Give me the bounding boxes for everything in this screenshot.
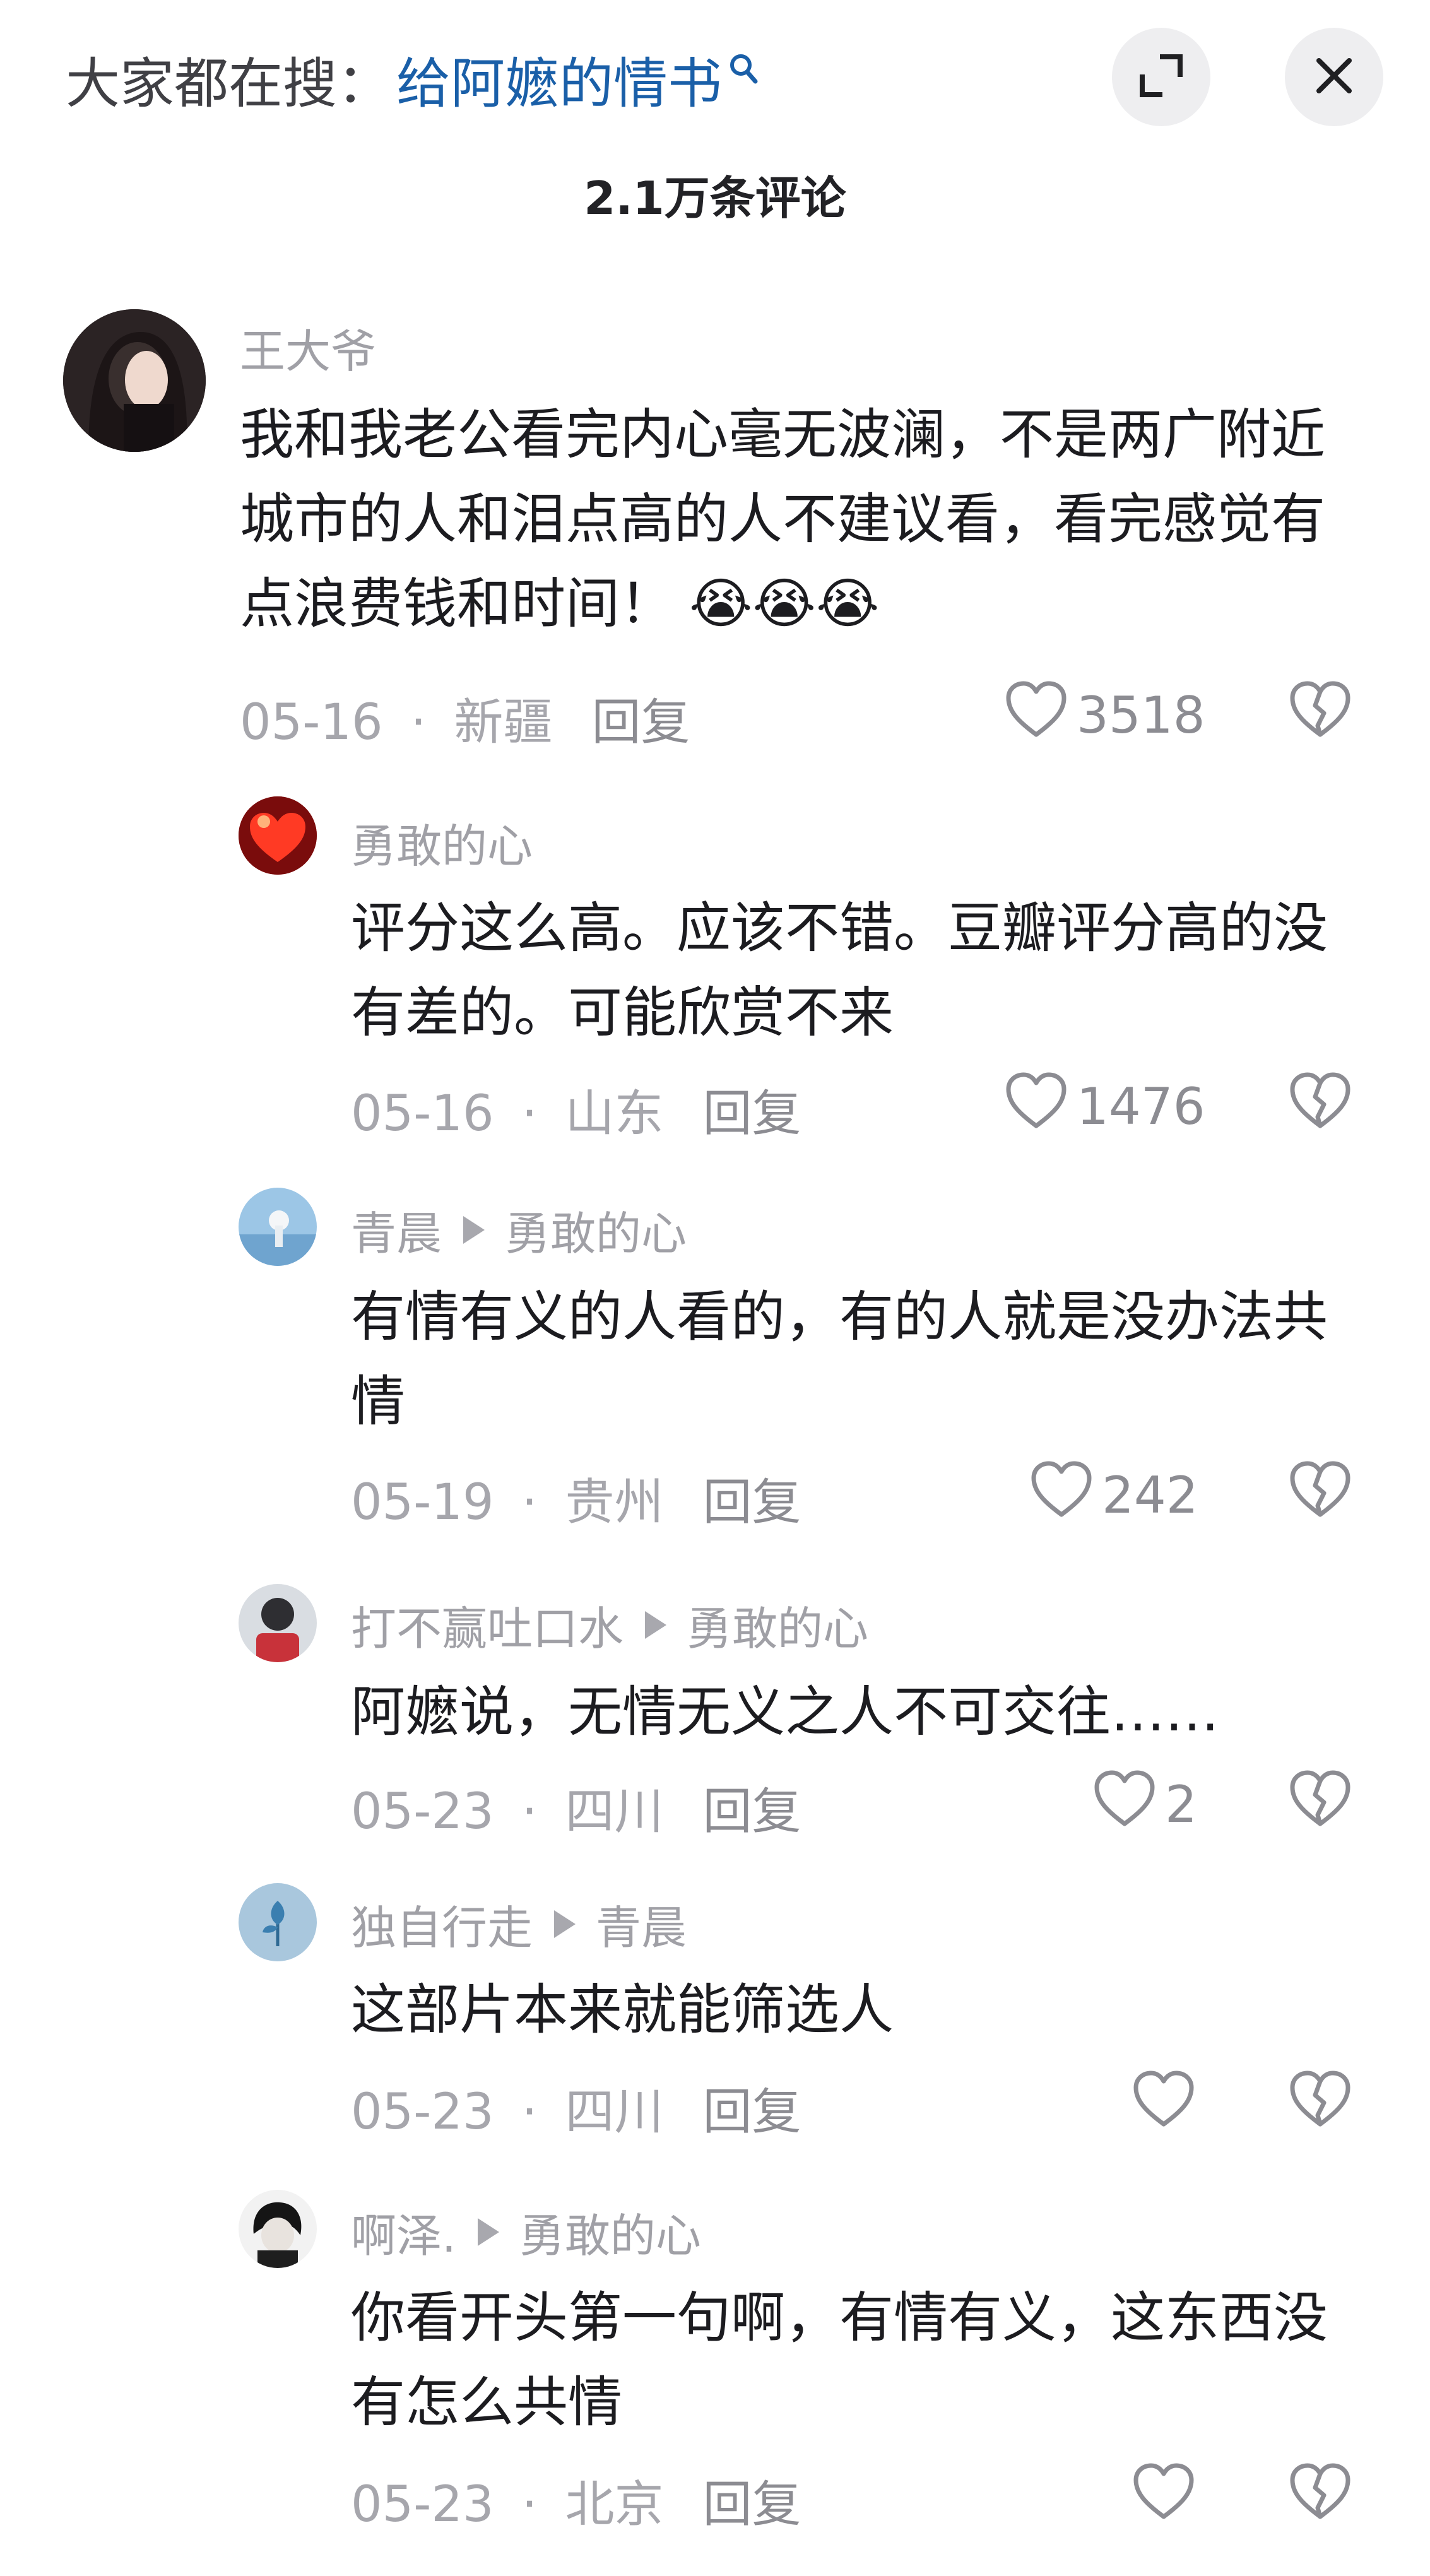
like-button[interactable]: 3518 [1005,680,1205,750]
crying-emoji: 😭😭😭 [689,572,880,635]
like-button[interactable]: 1476 [1005,1072,1205,1142]
comment-date: 05-23 [351,2084,494,2141]
heart-icon [1093,1770,1165,1840]
reply-arrow-icon [463,1215,485,1244]
dislike-button[interactable] [1289,1770,1352,1830]
broken-heart-icon [1289,681,1352,741]
comment-date: 05-16 [351,1085,494,1142]
comment-meta: 05-23 · 北京 回复 [351,2465,801,2536]
comment-location: 贵州 [565,1474,664,1531]
broken-heart-icon [1289,1072,1352,1132]
dislike-button[interactable] [1289,680,1352,741]
broken-heart-icon [1289,1461,1352,1521]
heart-icon [1132,2462,1204,2532]
reply-to-user: 勇敢的心 [505,1207,687,1260]
reply-arrow-icon [645,1610,667,1639]
separator-dot: · [521,1085,538,1142]
comment-date: 05-16 [240,694,383,751]
comment-meta: 05-23 · 四川 回复 [351,1772,801,1843]
like-count: 242 [1102,1466,1198,1525]
comment-location: 四川 [565,1783,664,1840]
avatar[interactable] [63,309,206,452]
comment-date: 05-19 [351,1474,494,1531]
comment-meta: 05-19 · 贵州 回复 [351,1463,801,1533]
username[interactable]: 独自行走 青晨 [351,1891,687,1957]
like-count: 1476 [1077,1077,1205,1136]
reply-button[interactable]: 回复 [591,694,690,751]
avatar[interactable] [239,796,317,875]
reply-button[interactable]: 回复 [702,1085,801,1142]
heart-icon [1132,2070,1204,2140]
separator-dot: · [521,1474,538,1531]
dislike-button[interactable] [1289,2462,1352,2523]
separator-dot: · [521,2476,538,2533]
avatar[interactable] [239,1188,317,1266]
comment-location: 北京 [565,2476,664,2533]
close-icon [1314,56,1354,98]
heart-icon [1005,680,1077,750]
heart-icon [1030,1460,1102,1530]
search-term-link[interactable]: 给阿嬷的情书 [396,39,722,118]
search-prefix: 大家都在搜： [66,52,391,115]
reply-to-user: 青晨 [596,1901,687,1954]
separator-dot: · [521,1783,538,1840]
comment-sheet: 大家都在搜： 给阿嬷的情书 2.1万条评论 王大爷 我和我老公看完内心毫无波澜，… [0,0,1430,2576]
comment-text: 我和我老公看完内心毫无波澜，不是两广附近城市的人和泪点高的人不建议看，看完感觉有… [240,403,1325,635]
comment-text: 阿嬷说，无情无义之人不可交往…… [351,1681,1219,1744]
reply-button[interactable]: 回复 [702,2476,801,2533]
separator-dot: · [410,694,427,751]
like-count: 3518 [1077,686,1205,745]
dislike-button[interactable] [1289,2070,1352,2130]
comment-meta: 05-16 · 新疆 回复 [240,683,690,753]
expand-button[interactable] [1112,28,1210,126]
username[interactable]: 打不赢吐口水 勇敢的心 [351,1592,868,1658]
expand-icon [1136,50,1186,103]
broken-heart-icon [1289,2463,1352,2523]
avatar[interactable] [239,2190,317,2268]
comment-meta: 05-23 · 四川 回复 [351,2072,801,2143]
comment-date: 05-23 [351,1783,494,1840]
dislike-button[interactable] [1289,1072,1352,1132]
comment-text: 有情有义的人看的，有的人就是没办法共情 [351,1285,1328,1433]
reply-to-user: 勇敢的心 [519,2209,701,2262]
avatar[interactable] [239,1883,317,1961]
comment-date: 05-23 [351,2476,494,2533]
reply-button[interactable]: 回复 [702,1474,801,1531]
reply-button[interactable]: 回复 [702,1783,801,1840]
comment-count: 2.1万条评论 [584,172,846,225]
comment-location: 四川 [565,2084,664,2141]
comment-location: 新疆 [454,694,553,751]
username[interactable]: 青晨 勇敢的心 [351,1196,687,1263]
broken-heart-icon [1289,2071,1352,2130]
reply-arrow-icon [477,2218,499,2246]
like-button[interactable]: 242 [1030,1460,1198,1530]
broken-heart-icon [1289,1770,1352,1830]
search-icon [728,35,759,98]
search-suggestion[interactable]: 大家都在搜： 给阿嬷的情书 [66,40,759,116]
comment-text: 评分这么高。应该不错。豆瓣评分高的没有差的。可能欣赏不来 [351,897,1328,1044]
like-count: 2 [1165,1775,1197,1834]
username[interactable]: 啊泽. 勇敢的心 [351,2199,701,2265]
reply-button[interactable]: 回复 [702,2084,801,2141]
heart-icon [1005,1072,1077,1142]
username[interactable]: 王大爷 [240,314,376,381]
separator-dot: · [521,2084,538,2141]
reply-arrow-icon [554,1910,576,1938]
avatar[interactable] [239,1584,317,1662]
like-button[interactable] [1132,2462,1204,2532]
close-button[interactable] [1285,28,1383,126]
comment-meta: 05-16 · 山东 回复 [351,1074,801,1145]
comment-text: 你看开头第一句啊，有情有义，这东西没有怎么共情 [351,2286,1328,2434]
like-button[interactable] [1132,2070,1204,2140]
like-button[interactable]: 2 [1093,1770,1197,1840]
dislike-button[interactable] [1289,1460,1352,1521]
comment-text: 这部片本来就能筛选人 [351,1978,894,2041]
username[interactable]: 勇敢的心 [351,809,533,875]
comment-location: 山东 [565,1085,664,1142]
reply-to-user: 勇敢的心 [687,1602,869,1655]
